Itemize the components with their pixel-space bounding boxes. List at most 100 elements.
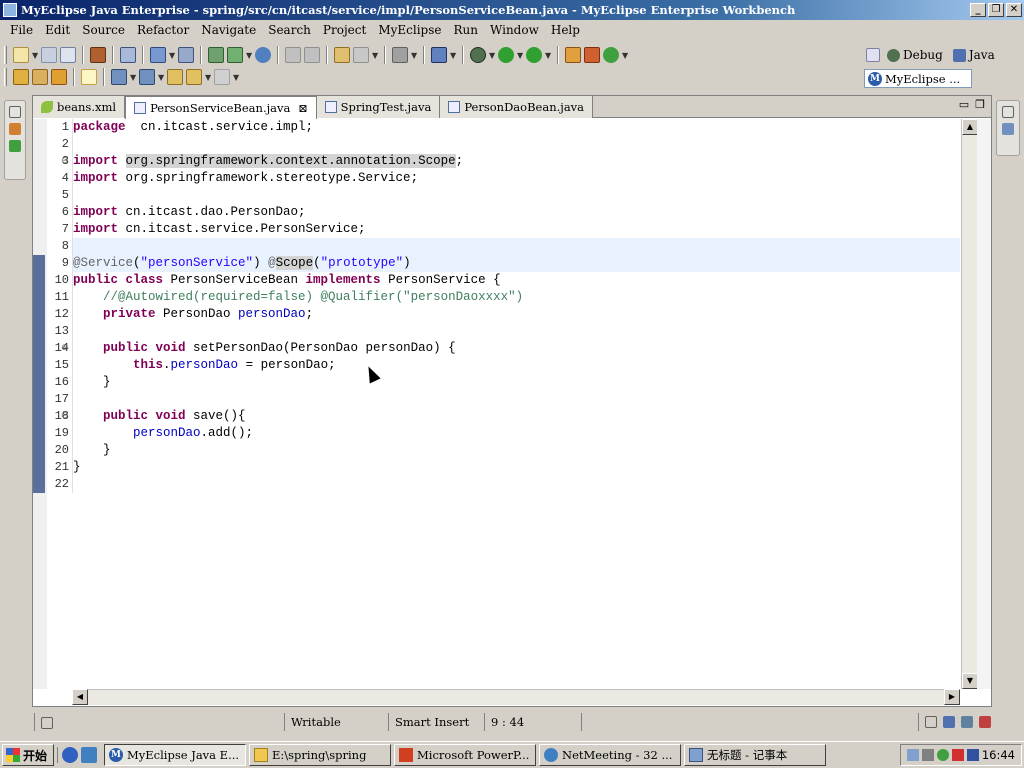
prev-annotation-icon[interactable]	[139, 69, 155, 85]
hierarchy-icon[interactable]	[9, 140, 21, 152]
task-explorer-folder[interactable]: E:\spring\spring	[249, 744, 392, 766]
search-icon[interactable]	[353, 47, 369, 63]
code-line[interactable]: package cn.itcast.service.impl;	[73, 119, 960, 136]
antivirus-icon[interactable]	[951, 749, 964, 761]
servers-icon[interactable]	[961, 716, 973, 728]
tab-person-service-bean[interactable]: PersonServiceBean.java ⊠	[125, 96, 317, 119]
code-line[interactable]: import cn.itcast.service.PersonService;	[73, 221, 960, 238]
last-edit-icon[interactable]	[167, 69, 183, 85]
tab-spring-test[interactable]: SpringTest.java	[316, 96, 441, 118]
code-line[interactable]	[73, 391, 960, 408]
problems-icon[interactable]	[979, 716, 991, 728]
code-line[interactable]	[73, 238, 960, 255]
toolbar-grip[interactable]	[4, 68, 7, 86]
close-button[interactable]: ✕	[1006, 3, 1022, 17]
package-explorer-icon[interactable]	[9, 123, 21, 135]
chevron-down-icon[interactable]: ▼	[411, 51, 417, 60]
restore-icon[interactable]	[9, 106, 21, 118]
monitor-icon[interactable]	[921, 749, 934, 761]
horizontal-scrollbar[interactable]: ◀ ▶	[72, 689, 960, 705]
debug-icon[interactable]	[470, 47, 486, 63]
code-editor[interactable]: 1 2 3 4 5 6 7 8 9 10 11 12 13 14 15 16 17 18 19 20 21 22 pack…	[33, 119, 961, 689]
code-line[interactable]: this.personDao = personDao;	[73, 357, 960, 374]
new-class-icon[interactable]	[603, 47, 619, 63]
code-line[interactable]: import org.springframework.stereotype.Se…	[73, 170, 960, 187]
tools-icon[interactable]	[431, 47, 447, 63]
console-icon[interactable]	[943, 716, 955, 728]
maximize-view-icon[interactable]: ❐	[975, 98, 985, 111]
open-type-icon[interactable]	[334, 47, 350, 63]
server-icon[interactable]	[120, 47, 136, 63]
chevron-down-icon[interactable]: ▼	[450, 51, 456, 60]
code-line[interactable]: personDao.add();	[73, 425, 960, 442]
open-perspective-icon[interactable]	[866, 48, 880, 62]
code-line[interactable]: public void setPersonDao(PersonDao perso…	[73, 340, 960, 357]
globe-icon[interactable]	[255, 47, 271, 63]
code-line[interactable]	[73, 323, 960, 340]
code-line[interactable]: }	[73, 459, 960, 476]
close-icon[interactable]: ⊠	[298, 102, 307, 115]
mark-occurrences-icon[interactable]	[81, 69, 97, 85]
fold-toggle-icon[interactable]: ⊖	[61, 411, 69, 421]
chevron-down-icon[interactable]: ▼	[622, 51, 628, 60]
package-icon[interactable]	[90, 47, 106, 63]
perspective-debug[interactable]: Debug	[884, 48, 946, 62]
menu-source[interactable]: Source	[76, 23, 131, 37]
minimize-button[interactable]: _	[970, 3, 986, 17]
code-line[interactable]: //@Autowired(required=false) @Qualifier(…	[73, 289, 960, 306]
menu-run[interactable]: Run	[447, 23, 484, 37]
fold-toggle-icon[interactable]: ⊖	[61, 156, 69, 166]
vertical-scrollbar[interactable]: ▲ ▼	[961, 119, 978, 689]
code-line[interactable]: private PersonDao personDao;	[73, 306, 960, 323]
chevron-down-icon[interactable]: ▼	[517, 51, 523, 60]
chevron-down-icon[interactable]: ▼	[545, 51, 551, 60]
camera-icon[interactable]	[392, 47, 408, 63]
source-text[interactable]: package cn.itcast.service.impl; import or…	[72, 119, 960, 493]
annotation-ruler[interactable]	[33, 119, 47, 689]
menu-help[interactable]: Help	[545, 23, 586, 37]
code-line[interactable]	[73, 136, 960, 153]
fold-toggle-icon[interactable]: ⊖	[61, 343, 69, 353]
start-button[interactable]: 开始	[2, 744, 55, 766]
scroll-right-arrow-icon[interactable]: ▶	[944, 689, 960, 705]
open-folder-icon[interactable]	[13, 69, 29, 85]
menu-refactor[interactable]: Refactor	[131, 23, 195, 37]
fast-view-cell[interactable]	[34, 713, 284, 731]
menu-edit[interactable]: Edit	[39, 23, 76, 37]
menu-navigate[interactable]: Navigate	[195, 23, 262, 37]
overview-ruler[interactable]	[977, 119, 991, 689]
task-netmeeting[interactable]: NetMeeting - 32 ...	[539, 744, 682, 766]
maximize-button[interactable]: ❐	[988, 3, 1004, 17]
menu-search[interactable]: Search	[262, 23, 317, 37]
outlook-icon[interactable]	[81, 747, 98, 763]
code-line[interactable]: }	[73, 442, 960, 459]
scroll-up-arrow-icon[interactable]: ▲	[962, 119, 978, 135]
chevron-down-icon[interactable]: ▼	[32, 51, 38, 60]
new-wizard-icon[interactable]	[227, 47, 243, 63]
menu-project[interactable]: Project	[317, 23, 372, 37]
tab-beans-xml[interactable]: beans.xml	[33, 96, 126, 118]
brush-icon[interactable]	[32, 69, 48, 85]
code-line[interactable]: public class PersonServiceBean implement…	[73, 272, 960, 289]
code-line[interactable]: @Service("personService") @Scope("protot…	[73, 255, 960, 272]
restore-icon[interactable]	[925, 716, 937, 728]
run-external-icon[interactable]	[526, 47, 542, 63]
fast-view-icon[interactable]	[41, 717, 53, 729]
open-resource-icon[interactable]	[51, 69, 67, 85]
chevron-down-icon[interactable]: ▼	[158, 73, 164, 82]
task-powerpoint[interactable]: Microsoft PowerP...	[394, 744, 537, 766]
perspective-java[interactable]: Java	[950, 48, 998, 62]
code-line[interactable]: public void save(){	[73, 408, 960, 425]
code-line[interactable]: import org.springframework.context.annot…	[73, 153, 960, 170]
save-icon[interactable]	[41, 47, 57, 63]
menu-window[interactable]: Window	[484, 23, 545, 37]
chevron-down-icon[interactable]: ▼	[205, 73, 211, 82]
minimize-view-icon[interactable]: ▭	[959, 98, 969, 111]
code-line[interactable]: }	[73, 374, 960, 391]
deploy-icon[interactable]	[150, 47, 166, 63]
outline-icon[interactable]	[1002, 123, 1014, 135]
network-icon[interactable]	[906, 749, 919, 761]
next-annotation-icon[interactable]	[111, 69, 127, 85]
chevron-down-icon[interactable]: ▼	[246, 51, 252, 60]
run-icon[interactable]	[498, 47, 514, 63]
